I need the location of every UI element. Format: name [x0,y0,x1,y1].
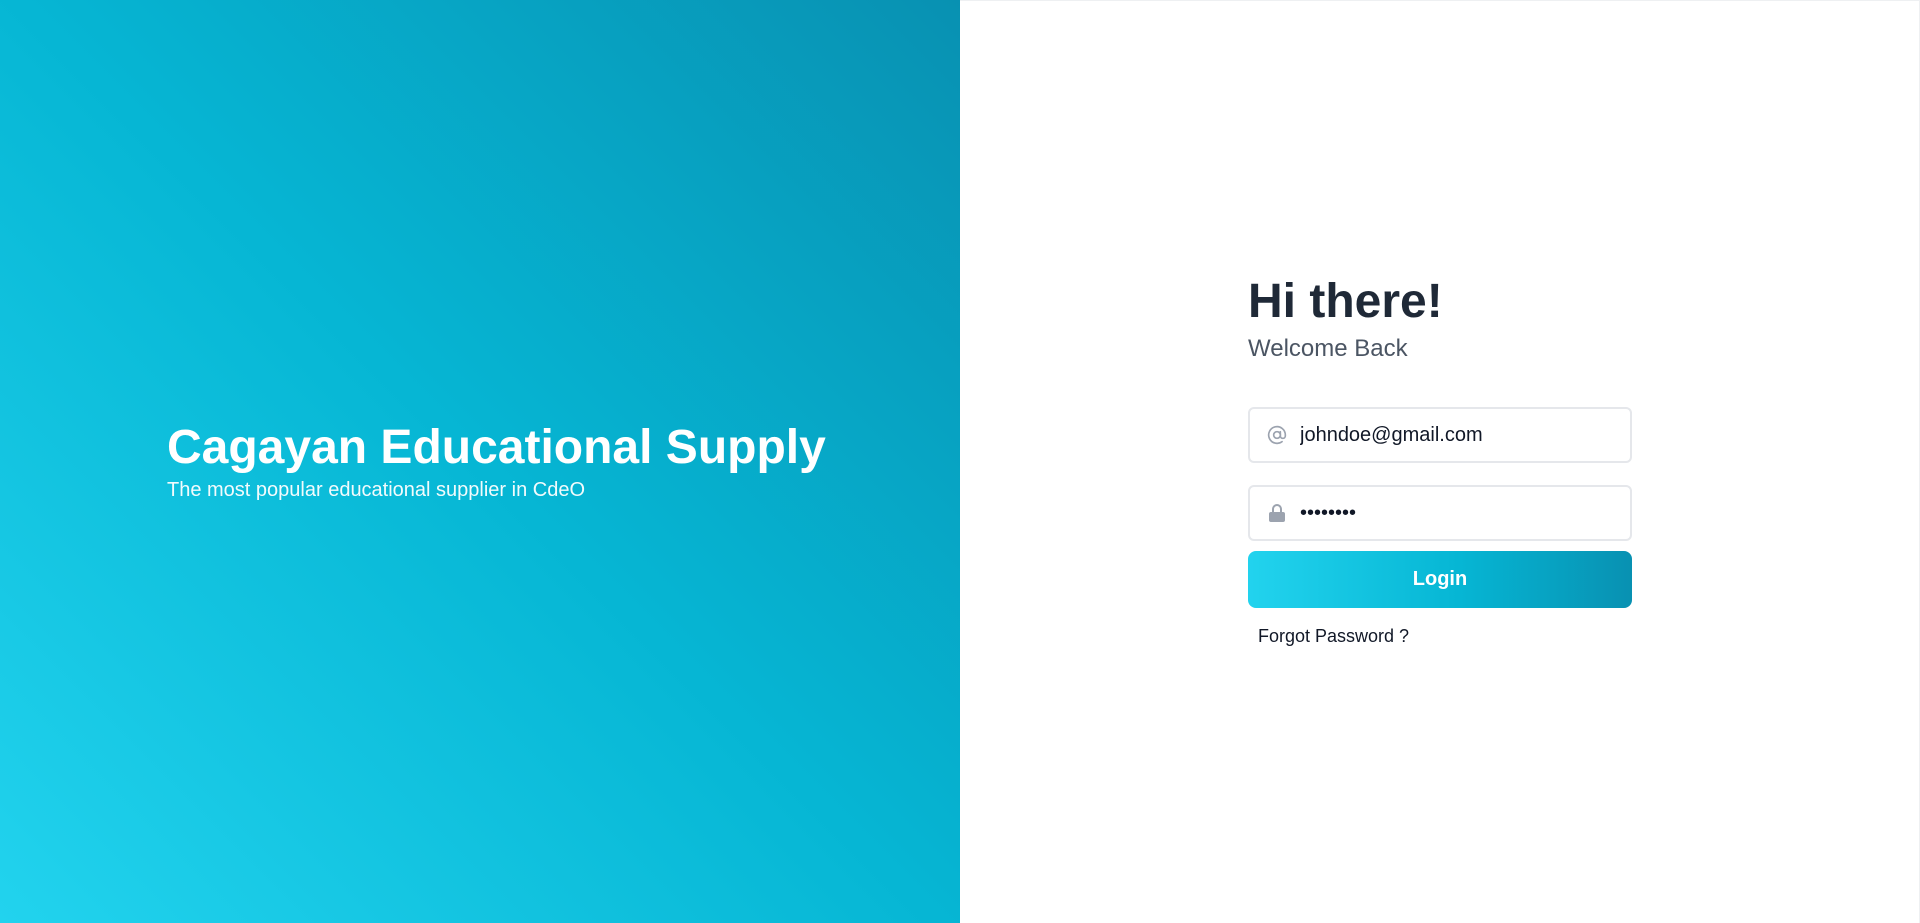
hero-title: Cagayan Educational Supply [167,421,826,474]
hero-panel: Cagayan Educational Supply The most popu… [0,0,960,923]
welcome-subtitle: Welcome Back [1248,335,1408,362]
password-field[interactable] [1248,485,1632,541]
greeting-title: Hi there! [1248,275,1443,328]
hero-text: Cagayan Educational Supply The most popu… [167,420,826,504]
login-form: Hi there! Welcome Back johndoe@gmail.com… [1248,273,1632,647]
at-icon [1266,424,1288,446]
password-input[interactable] [1300,501,1600,525]
login-page: Cagayan Educational Supply The most popu… [0,0,1920,923]
email-input[interactable] [1300,423,1600,447]
login-button[interactable]: Login [1248,551,1632,608]
lock-icon [1266,502,1288,524]
email-field[interactable] [1248,407,1632,463]
hero-subtitle: The most popular educational supplier in… [167,479,586,501]
login-panel: Hi there! Welcome Back johndoe@gmail.com… [960,0,1920,923]
forgot-password-link[interactable]: Forgot Password ? [1258,626,1409,647]
